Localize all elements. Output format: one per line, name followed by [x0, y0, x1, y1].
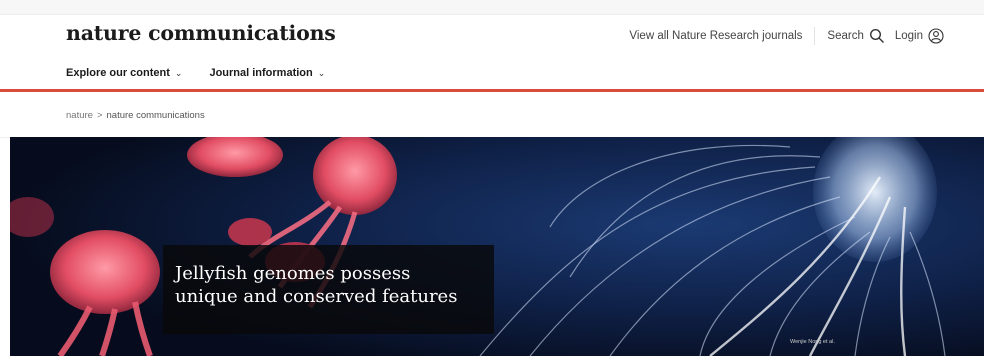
header-links: View all Nature Research journals Search… [629, 27, 944, 45]
all-journals-link[interactable]: View all Nature Research journals [629, 30, 802, 42]
breadcrumb-separator: > [96, 110, 103, 121]
top-strip [0, 0, 984, 15]
nav-journal-label: Journal information [209, 67, 313, 79]
breadcrumb: nature > nature communications [66, 110, 205, 121]
nav-journal-information[interactable]: Journal information ⌄ [209, 67, 325, 79]
chevron-down-icon: ⌄ [317, 67, 326, 78]
breadcrumb-root[interactable]: nature [66, 110, 93, 121]
main-nav: Explore our content ⌄ Journal informatio… [66, 67, 325, 79]
hero-image [10, 137, 984, 356]
nav-explore-label: Explore our content [66, 67, 170, 79]
hero-title[interactable]: Jellyfish genomes possess unique and con… [175, 262, 475, 308]
login-label: Login [894, 30, 923, 42]
divider [814, 27, 816, 45]
site-logo[interactable]: nature communications [66, 21, 336, 45]
breadcrumb-bar: nature > nature communications [0, 92, 984, 138]
image-credit: Wenjie Nong et al. [790, 339, 835, 345]
user-icon [928, 28, 944, 44]
login-button[interactable]: Login [895, 28, 944, 44]
breadcrumb-current: nature communications [106, 110, 205, 121]
chevron-down-icon: ⌄ [174, 67, 183, 78]
hero-banner[interactable] [10, 137, 984, 356]
search-icon [869, 28, 884, 43]
hero-caption-box[interactable]: Jellyfish genomes possess unique and con… [163, 245, 494, 334]
search-label: Search [827, 30, 864, 42]
nav-explore-content[interactable]: Explore our content ⌄ [66, 67, 182, 79]
site-header: nature communications View all Nature Re… [0, 0, 984, 90]
search-button[interactable]: Search [827, 28, 884, 44]
